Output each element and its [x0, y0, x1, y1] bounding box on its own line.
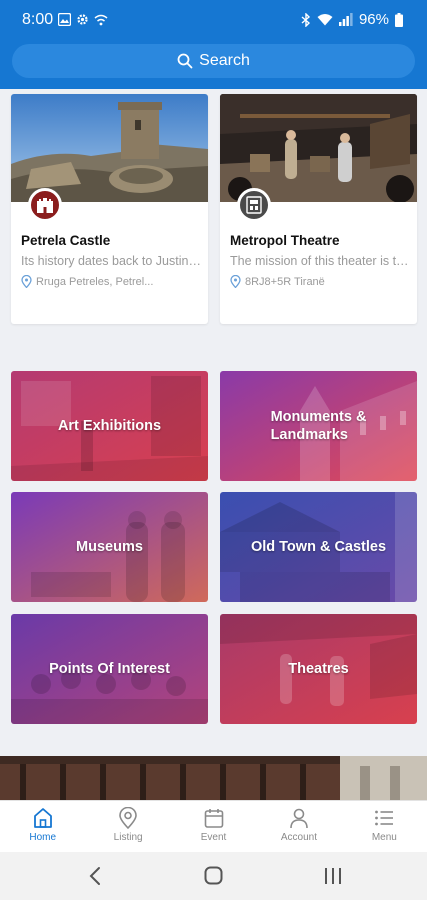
- category-art-exhibitions[interactable]: Art Exhibitions: [11, 371, 208, 481]
- place-description: Its history dates back to Justinian's re…: [21, 254, 201, 268]
- category-museums[interactable]: Museums: [11, 492, 208, 602]
- settings-icon: [77, 14, 88, 25]
- category-label: Museums: [76, 539, 143, 555]
- status-time: 8:00: [22, 11, 54, 28]
- tab-label: Event: [200, 832, 227, 843]
- tab-event[interactable]: Event: [171, 801, 256, 852]
- category-label: Points Of Interest: [49, 661, 170, 677]
- place-photo: [220, 94, 417, 202]
- place-address: Rruga Petreles, Petrel...: [36, 275, 154, 288]
- category-old-town-castles[interactable]: Old Town & Castles: [220, 492, 417, 602]
- person-icon: [290, 808, 308, 829]
- home-button-icon[interactable]: [204, 866, 223, 885]
- tab-menu[interactable]: Menu: [342, 801, 427, 852]
- theatre-icon: [246, 196, 262, 214]
- gallery-icon: [58, 13, 71, 26]
- place-category-avatar: [237, 188, 271, 222]
- status-notification-icons: [58, 13, 108, 26]
- category-label: Old Town & Castles: [250, 539, 387, 555]
- tab-label: Listing: [113, 832, 143, 843]
- place-address: 8RJ8+5R Tiranë: [245, 275, 325, 288]
- place-name: Metropol Theatre: [230, 233, 340, 248]
- place-description: The mission of this theater is to promot…: [230, 254, 410, 268]
- category-theatres[interactable]: Theatres: [220, 614, 417, 724]
- bluetooth-icon: [301, 12, 310, 27]
- place-address-row: Rruga Petreles, Petrel...: [21, 275, 201, 288]
- place-card-metropol-theatre[interactable]: Metropol Theatre The mission of this the…: [220, 94, 417, 324]
- tab-label: Account: [280, 832, 317, 843]
- status-bar: 8:00 96%: [0, 0, 427, 40]
- battery-percent: 96%: [358, 11, 389, 28]
- place-name: Petrela Castle: [21, 233, 111, 248]
- system-nav-bar: [0, 852, 427, 900]
- recent-apps-icon[interactable]: [324, 866, 342, 886]
- calendar-icon: [204, 809, 223, 828]
- location-pin-icon: [230, 275, 241, 288]
- back-icon[interactable]: [88, 866, 102, 886]
- category-monuments-landmarks[interactable]: Monuments & Landmarks: [220, 371, 417, 481]
- tab-account[interactable]: Account: [256, 801, 341, 852]
- place-address-row: 8RJ8+5R Tiranë: [230, 275, 410, 288]
- tab-home[interactable]: Home: [0, 801, 85, 852]
- banner-image: [0, 756, 427, 800]
- tab-label: Home: [29, 832, 57, 843]
- category-label: Art Exhibitions: [57, 418, 162, 434]
- home-icon: [33, 808, 52, 828]
- castle-icon: [37, 198, 53, 213]
- featured-places: Petrela Castle Its history dates back to…: [0, 89, 427, 335]
- signal-icon: [338, 13, 353, 26]
- app-header: 8:00 96% Search: [0, 0, 427, 89]
- category-points-of-interest[interactable]: Points Of Interest: [11, 614, 208, 724]
- menu-icon: [375, 810, 394, 826]
- tab-label: Menu: [371, 832, 397, 843]
- place-category-avatar: [28, 188, 62, 222]
- status-system-icons: 96%: [301, 11, 403, 28]
- wifi-share-icon: [94, 14, 108, 25]
- search-bar[interactable]: Search: [12, 44, 415, 78]
- map-pin-icon: [119, 807, 137, 829]
- search-icon: [177, 53, 193, 69]
- category-label: Theatres: [288, 661, 349, 677]
- tab-listing[interactable]: Listing: [85, 801, 170, 852]
- bottom-tab-bar: Home Listing Event Account Menu: [0, 800, 427, 852]
- battery-icon: [395, 12, 403, 27]
- wifi-icon: [317, 14, 333, 26]
- category-label: Monuments & Landmarks: [270, 409, 367, 443]
- place-card-petrela-castle[interactable]: Petrela Castle Its history dates back to…: [11, 94, 208, 324]
- search-label: Search: [199, 52, 250, 69]
- place-photo: [11, 94, 208, 202]
- location-pin-icon: [21, 275, 32, 288]
